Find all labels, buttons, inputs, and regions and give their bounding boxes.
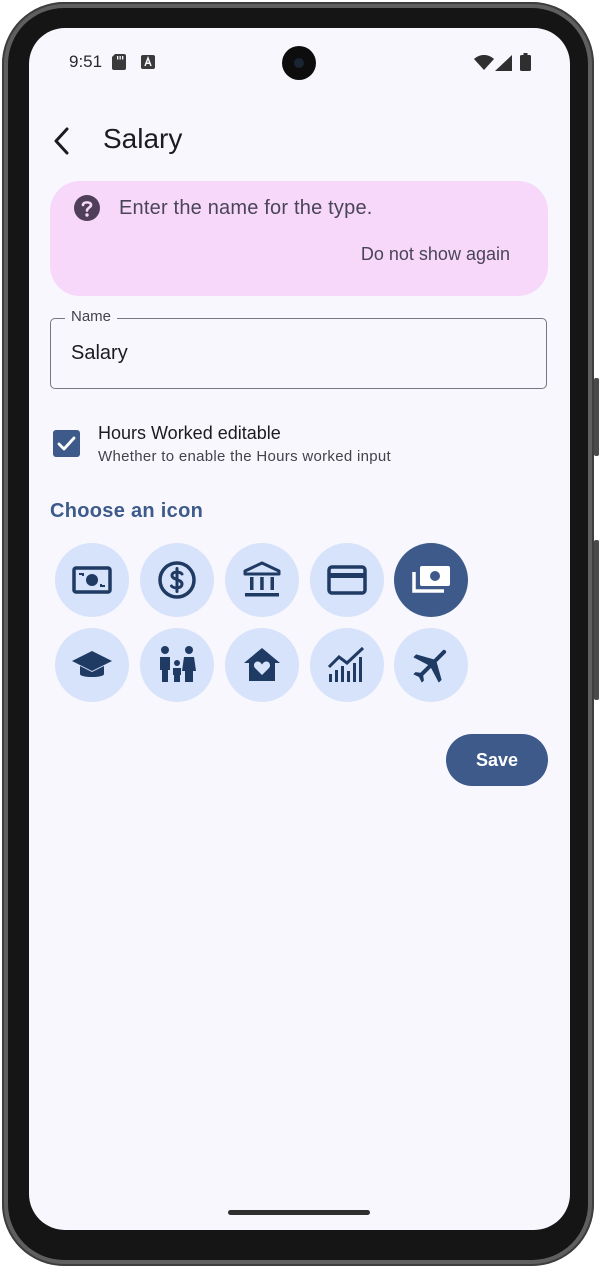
chart-growth-icon [327, 646, 365, 682]
wifi-icon [474, 55, 494, 70]
icon-option-chart[interactable] [310, 628, 384, 702]
gesture-nav-handle[interactable] [228, 1210, 370, 1215]
choose-icon-heading: Choose an icon [50, 500, 204, 522]
hours-worked-checkbox[interactable] [53, 430, 80, 457]
icon-option-bank[interactable] [225, 543, 299, 617]
back-button[interactable] [51, 121, 83, 161]
hours-worked-title: Hours Worked editable [98, 423, 281, 443]
icon-option-payments[interactable] [394, 543, 468, 617]
save-button[interactable]: Save [446, 734, 548, 786]
airplane-icon [413, 649, 447, 683]
app-screen: 9:51 Salary Enter the name for the type.… [29, 28, 570, 1230]
hint-text: Enter the name for the type. [119, 197, 373, 219]
icon-option-education[interactable] [55, 628, 129, 702]
home-heart-icon [244, 648, 280, 681]
do-not-show-again-button[interactable]: Do not show again [361, 244, 510, 265]
payments-icon [412, 566, 450, 593]
front-camera [282, 46, 316, 80]
power-button [594, 540, 599, 700]
hint-card: Enter the name for the type. Do not show… [50, 181, 548, 296]
accessibility-a-icon [141, 55, 155, 69]
arrow-back-icon [54, 127, 69, 155]
icon-option-home[interactable] [225, 628, 299, 702]
icon-option-credit-card[interactable] [310, 543, 384, 617]
icon-option-family[interactable] [140, 628, 214, 702]
top-app-bar: Salary [29, 113, 570, 169]
dollar-circle-icon [158, 561, 196, 599]
volume-button [594, 378, 599, 456]
bank-icon [243, 561, 281, 597]
status-bar: 9:51 [29, 28, 570, 98]
banknote-icon [72, 566, 112, 594]
name-field[interactable]: Name Salary [50, 308, 547, 389]
credit-card-icon [327, 565, 367, 595]
hours-worked-subtitle: Whether to enable the Hours worked input [98, 448, 391, 465]
icon-option-travel[interactable] [394, 628, 468, 702]
family-icon [160, 646, 196, 682]
graduation-cap-icon [72, 651, 112, 677]
check-icon [57, 436, 76, 451]
name-field-label: Name [65, 308, 118, 325]
sd-card-icon [112, 54, 126, 70]
cell-signal-icon [495, 55, 512, 71]
battery-icon [520, 53, 531, 71]
name-field-value[interactable]: Salary [71, 342, 128, 365]
help-circle-icon [74, 195, 100, 221]
icon-option-dollar[interactable] [140, 543, 214, 617]
status-time: 9:51 [69, 52, 103, 71]
page-title: Salary [103, 123, 183, 154]
icon-option-banknote[interactable] [55, 543, 129, 617]
